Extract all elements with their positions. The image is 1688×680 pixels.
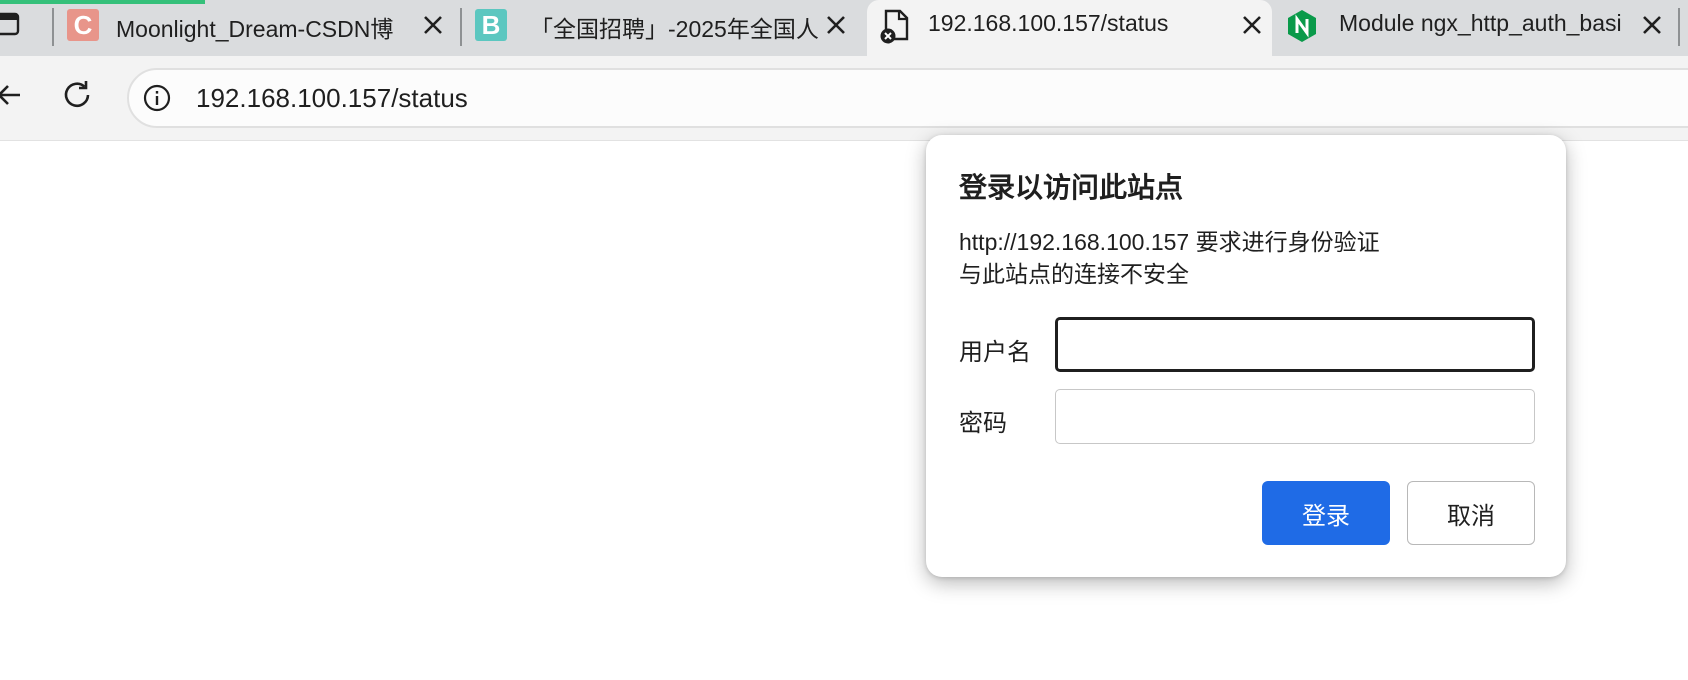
username-input[interactable] [1055,317,1535,372]
close-tab-icon[interactable] [1239,12,1265,38]
auth-required-message: http://192.168.100.157 要求进行身份验证 [959,229,1380,255]
login-button[interactable]: 登录 [1262,481,1390,545]
close-tab-icon[interactable] [1639,12,1665,38]
tab-title: Moonlight_Dream-CSDN博 [116,16,394,42]
address-bar[interactable]: 192.168.100.157/status [127,68,1688,128]
broken-page-icon [880,9,909,44]
close-tab-icon[interactable] [823,12,849,38]
tab-status-active[interactable]: 192.168.100.157/status [867,0,1272,56]
nginx-icon [1288,10,1316,42]
url-text: 192.168.100.157/status [196,83,468,113]
back-arrow-icon[interactable] [0,80,26,110]
insecure-connection-message: 与此站点的连接不安全 [959,261,1189,287]
tab-separator [52,8,54,46]
tab-csdn[interactable]: C Moonlight_Dream-CSDN博 [55,0,460,56]
tab-separator [1678,8,1680,46]
boss-icon: B [475,9,507,41]
auth-dialog: 登录以访问此站点 http://192.168.100.157 要求进行身份验证… [926,135,1566,577]
tab-separator [460,8,462,46]
reload-icon[interactable] [61,78,95,112]
password-label: 密码 [959,410,1007,437]
csdn-icon: C [67,9,99,41]
browser-toolbar: 192.168.100.157/status [0,56,1688,141]
tab-title: Module ngx_http_auth_basic [1339,10,1622,36]
tab-strip: C Moonlight_Dream-CSDN博 B 「全国招聘」-2025年全国… [0,0,1688,56]
tab-title: 192.168.100.157/status [928,10,1169,36]
tab-zhipin[interactable]: B 「全国招聘」-2025年全国人 [463,0,865,56]
tab-actions-menu-icon[interactable] [0,10,22,38]
username-label: 用户名 [959,339,1031,366]
dialog-title: 登录以访问此站点 [959,172,1184,203]
site-info-icon[interactable] [142,83,172,113]
tab-title: 「全国招聘」-2025年全国人 [530,16,819,42]
cancel-button[interactable]: 取消 [1407,481,1535,545]
password-input[interactable] [1055,389,1535,444]
close-tab-icon[interactable] [420,12,446,38]
tab-nginx[interactable]: Module ngx_http_auth_basic [1276,0,1681,56]
